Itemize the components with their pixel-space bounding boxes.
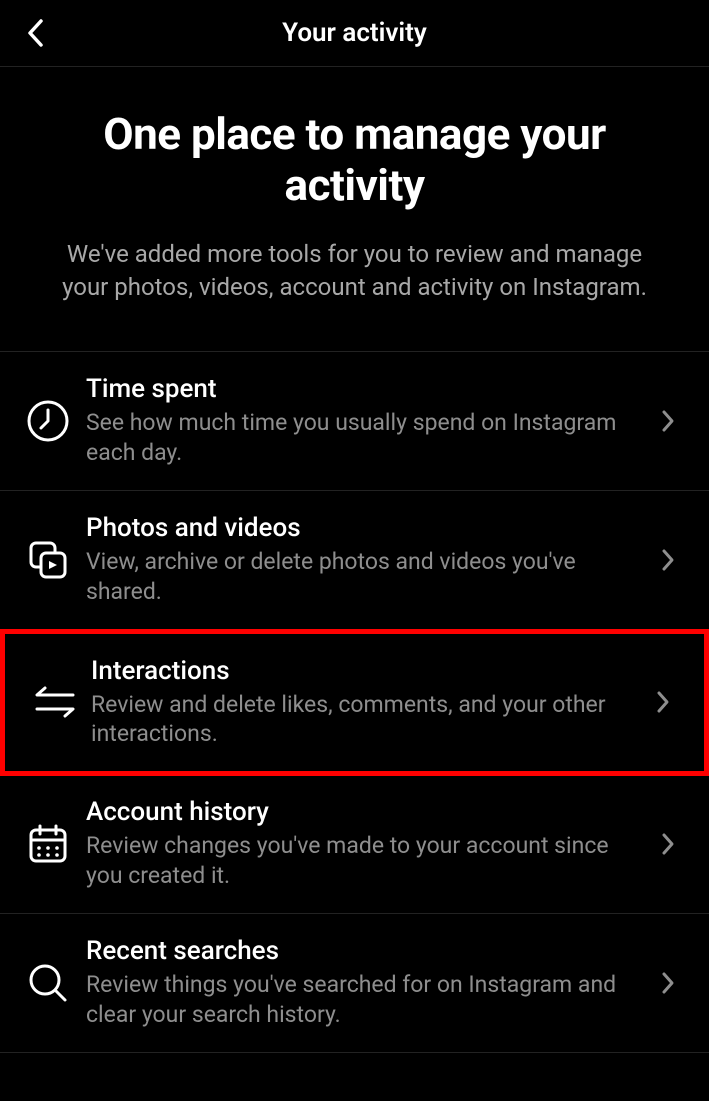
intro-description: We've added more tools for you to review… — [40, 238, 669, 303]
back-button[interactable] — [20, 18, 50, 48]
item-description: View, archive or delete photos and video… — [86, 547, 633, 607]
item-title: Interactions — [91, 656, 628, 686]
list-item-time-spent[interactable]: Time spent See how much time you usually… — [0, 352, 709, 491]
header: Your activity — [0, 0, 709, 67]
page-title: Your activity — [20, 18, 689, 48]
chevron-right-icon — [653, 971, 683, 995]
item-description: Review things you've searched for on Ins… — [86, 970, 633, 1030]
item-title: Account history — [86, 797, 633, 827]
chevron-left-icon — [26, 18, 44, 48]
list-item-recent-searches[interactable]: Recent searches Review things you've sea… — [0, 914, 709, 1053]
arrows-icon — [31, 680, 91, 724]
clock-icon — [26, 399, 86, 443]
intro-title: One place to manage your activity — [40, 109, 669, 210]
calendar-icon — [26, 822, 86, 866]
chevron-right-icon — [653, 409, 683, 433]
chevron-right-icon — [648, 690, 678, 714]
item-title: Photos and videos — [86, 513, 633, 543]
media-icon — [26, 538, 86, 582]
activity-list: Time spent See how much time you usually… — [0, 351, 709, 1053]
search-icon — [26, 961, 86, 1005]
list-item-photos-videos[interactable]: Photos and videos View, archive or delet… — [0, 491, 709, 630]
item-description: See how much time you usually spend on I… — [86, 408, 633, 468]
list-item-account-history[interactable]: Account history Review changes you've ma… — [0, 775, 709, 914]
item-description: Review and delete likes, comments, and y… — [91, 690, 628, 750]
chevron-right-icon — [653, 548, 683, 572]
item-title: Recent searches — [86, 936, 633, 966]
intro-section: One place to manage your activity We've … — [0, 67, 709, 351]
chevron-right-icon — [653, 832, 683, 856]
item-title: Time spent — [86, 374, 633, 404]
item-description: Review changes you've made to your accou… — [86, 831, 633, 891]
list-item-interactions[interactable]: Interactions Review and delete likes, co… — [0, 629, 709, 777]
